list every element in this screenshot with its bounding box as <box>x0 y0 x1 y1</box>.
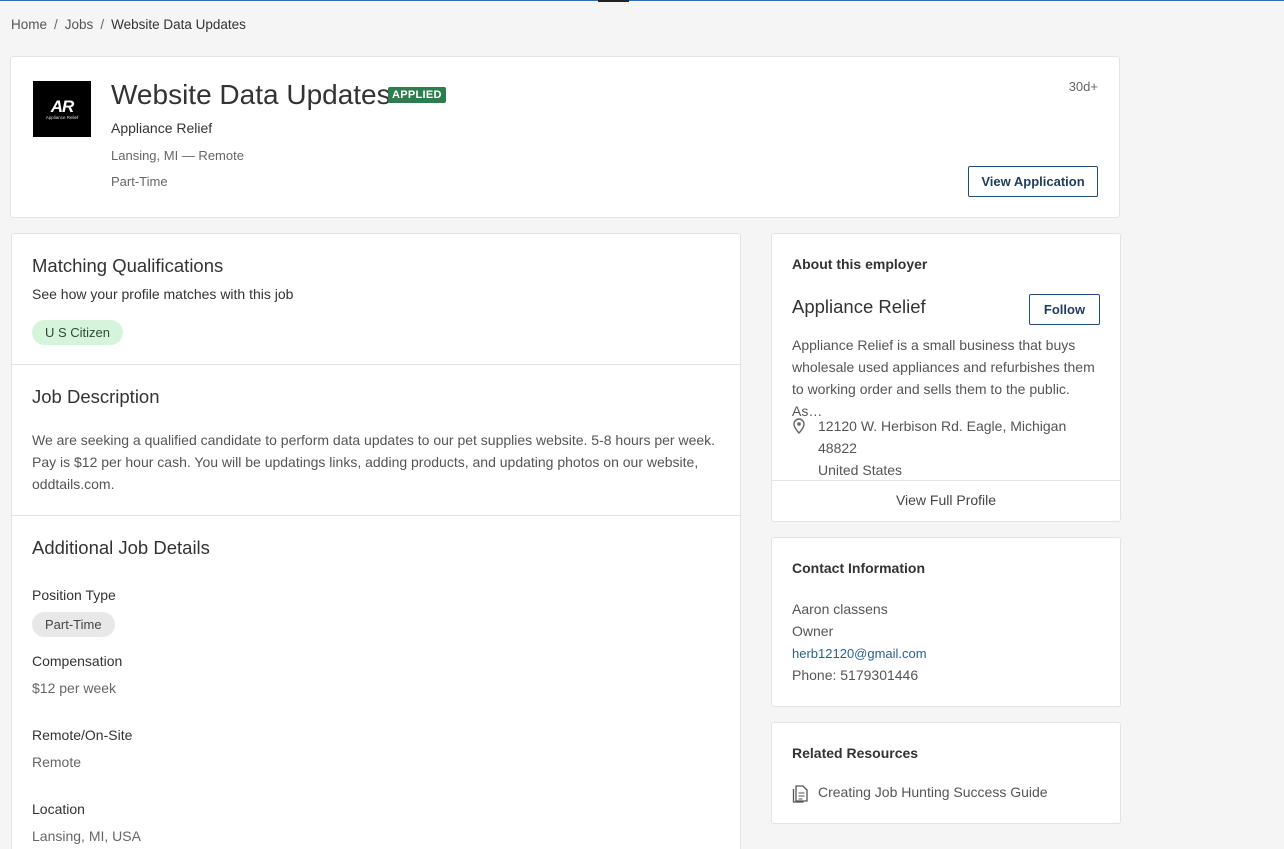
job-header-card: AR Appliance Relief Website Data Updates… <box>10 56 1120 218</box>
job-type: Part-Time <box>111 174 168 189</box>
about-employer-card: About this employer Appliance Relief Fol… <box>771 233 1121 522</box>
breadcrumb-separator: / <box>54 17 58 32</box>
position-type-tag: Part-Time <box>32 612 115 637</box>
compensation-label: Compensation <box>32 653 123 669</box>
contact-role: Owner <box>792 623 834 639</box>
remote-onsite-label: Remote/On-Site <box>32 727 133 743</box>
breadcrumb: Home / Jobs / Website Data Updates <box>11 17 246 32</box>
view-application-button[interactable]: View Application <box>968 166 1098 197</box>
contact-information-heading: Contact Information <box>792 560 925 576</box>
additional-details-heading: Additional Job Details <box>32 537 210 558</box>
about-employer-heading: About this employer <box>792 256 928 272</box>
employer-address-line1: 12120 W. Herbison Rd. Eagle, Michigan 48… <box>818 418 1067 456</box>
breadcrumb-jobs-link[interactable]: Jobs <box>65 17 94 32</box>
employer-address-line2: United States <box>818 462 903 478</box>
related-resources-card: Related Resources Creating Job Hunting S… <box>771 722 1121 824</box>
top-border-line <box>0 0 1284 1</box>
job-location: Lansing, MI — Remote <box>111 148 244 163</box>
employer-name: Appliance Relief <box>792 296 926 317</box>
matching-qualifications-heading: Matching Qualifications <box>32 255 224 276</box>
breadcrumb-home-link[interactable]: Home <box>11 17 47 32</box>
posting-age: 30d+ <box>1068 79 1098 94</box>
contact-information-card: Contact Information Aaron classens Owner… <box>771 537 1121 707</box>
breadcrumb-separator: / <box>100 17 105 32</box>
contact-email-link[interactable]: herb12120@gmail.com <box>792 646 927 661</box>
matching-qualifications-subheading: See how your profile matches with this j… <box>32 286 294 302</box>
section-divider <box>12 364 740 365</box>
position-type-label: Position Type <box>32 587 116 603</box>
company-logo-mark: AR <box>50 96 75 116</box>
location-value: Lansing, MI, USA <box>32 828 141 844</box>
view-full-profile-link[interactable]: View Full Profile <box>772 492 1120 508</box>
location-label: Location <box>32 801 85 817</box>
company-logo: AR Appliance Relief <box>33 81 91 137</box>
compensation-value: $12 per week <box>32 680 117 696</box>
location-pin-icon <box>793 418 805 434</box>
related-resources-heading: Related Resources <box>792 745 919 761</box>
contact-phone: Phone: 5179301446 <box>792 667 919 683</box>
job-description-heading: Job Description <box>32 386 160 407</box>
company-name: Appliance Relief <box>111 120 213 136</box>
section-divider <box>12 515 740 516</box>
applied-status-badge: APPLIED <box>388 87 446 103</box>
employer-address: 12120 W. Herbison Rd. Eagle, Michigan 48… <box>818 415 1108 481</box>
remote-onsite-value: Remote <box>32 754 82 770</box>
qualification-tag: U S Citizen <box>32 320 124 345</box>
resource-link[interactable]: Creating Job Hunting Success Guide <box>818 784 1048 800</box>
contact-name: Aaron classens <box>792 601 888 617</box>
job-title: Website Data Updates <box>111 79 391 110</box>
employer-description: Appliance Relief is a small business tha… <box>792 337 1095 419</box>
job-details-card: Matching Qualifications See how your pro… <box>11 233 741 849</box>
company-logo-subtext: Appliance Relief <box>45 114 79 120</box>
follow-button[interactable]: Follow <box>1029 294 1100 325</box>
job-description-text: We are seeking a qualified candidate to … <box>32 432 716 492</box>
document-icon <box>792 785 808 803</box>
employer-divider <box>772 480 1120 481</box>
breadcrumb-current: Website Data Updates <box>111 17 246 32</box>
top-scroll-indicator <box>598 0 629 2</box>
